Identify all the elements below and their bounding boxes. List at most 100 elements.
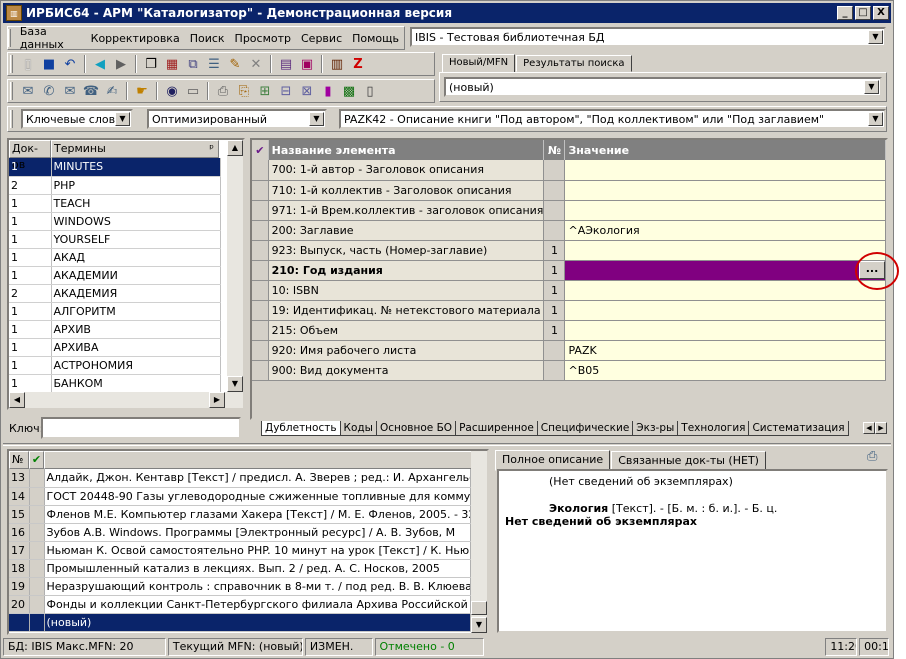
mail-icon[interactable]: ✉ <box>60 81 80 101</box>
message-icon[interactable]: ✆ <box>39 81 59 101</box>
field-value[interactable] <box>564 300 886 321</box>
print-list-icon[interactable]: ⎘ <box>234 81 254 101</box>
detail-tab[interactable]: Систематизация <box>748 421 849 436</box>
mfn-select[interactable]: (новый) ▼ <box>444 77 882 97</box>
tab-new-mfn[interactable]: Новый/MFN <box>442 54 516 73</box>
field-value[interactable]: ^AЭкология <box>564 220 886 241</box>
scroll-up-icon[interactable]: ▲ <box>227 140 243 156</box>
comment-icon[interactable]: ✉ <box>18 81 38 101</box>
term-row[interactable]: 1 АРХИВ <box>9 320 221 339</box>
field-row[interactable]: 700: 1-й автор - Заголовок описания <box>252 160 886 181</box>
record-row[interactable]: 20 Фонды и коллекции Санкт-Петербургского… <box>9 595 471 614</box>
record-row[interactable]: 14 ГОСТ 20448-90 Газы углеводородные сжиж… <box>9 487 471 506</box>
record-checkbox[interactable] <box>29 613 45 632</box>
term-row[interactable]: 2 АКАДЕМИЯ <box>9 284 221 303</box>
grid-icon[interactable]: ▦ <box>162 54 182 74</box>
chat-icon[interactable]: ☎ <box>81 81 101 101</box>
detail-tab[interactable]: Технология <box>677 421 750 436</box>
detail-tab[interactable]: Специфические <box>536 421 634 436</box>
detail-tab[interactable]: Основное БО <box>375 421 457 436</box>
tab-full-description[interactable]: Полное описание <box>495 450 611 471</box>
field-row[interactable]: 923: Выпуск, часть (Номер-заглавие) 1 <box>252 240 886 261</box>
tab-linked-docs[interactable]: Связанные док-ты (НЕТ) <box>611 451 766 470</box>
chevron-down-icon[interactable]: ▼ <box>864 80 879 94</box>
field-row[interactable]: 200: Заглавие ^AЭкология <box>252 220 886 241</box>
document-icon[interactable]: ▯ <box>360 81 380 101</box>
term-row[interactable]: 1 АКАД <box>9 248 221 267</box>
chevron-down-icon[interactable]: ▼ <box>309 112 324 126</box>
close-button[interactable]: X <box>873 6 889 20</box>
col-docs-header[interactable]: Док-ов <box>9 140 51 171</box>
field-value[interactable] <box>564 240 886 261</box>
term-row[interactable]: 2 PHP <box>9 176 221 195</box>
row-marker[interactable] <box>252 220 269 241</box>
mode-select[interactable]: Оптимизированный ▼ <box>147 109 327 129</box>
row-marker[interactable] <box>252 320 269 341</box>
menu-service[interactable]: Сервис <box>296 32 347 45</box>
check-icon[interactable]: ✔ <box>252 140 269 160</box>
record-checkbox[interactable] <box>29 469 45 488</box>
worksheet-select[interactable]: PAZK42 - Описание книги "Под автором", "… <box>339 109 886 129</box>
pin-icon[interactable]: ᵖ <box>209 141 214 157</box>
row-marker[interactable] <box>252 180 269 201</box>
record-checkbox[interactable] <box>29 559 45 578</box>
scroll-right-icon[interactable]: ▶ <box>209 392 225 408</box>
menu-help[interactable]: Помощь <box>347 32 404 45</box>
menu-search[interactable]: Поиск <box>185 32 230 45</box>
row-marker[interactable] <box>252 160 269 181</box>
field-row[interactable]: 215: Объем 1 <box>252 320 886 341</box>
terms-scrollbar[interactable]: ▲ ▼ <box>227 140 243 392</box>
record-row[interactable]: 18 Промышленный катализ в лекциях. Вып. 2… <box>9 559 471 578</box>
check-icon[interactable]: ✔ <box>29 451 44 469</box>
detail-tab[interactable]: Расширенное <box>455 421 538 436</box>
row-marker[interactable] <box>252 280 269 301</box>
row-marker[interactable] <box>252 360 269 381</box>
record-row[interactable]: 19 Неразрушающий контроль : справочник в … <box>9 577 471 596</box>
row-marker[interactable] <box>252 340 269 361</box>
field-row[interactable]: 10: ISBN 1 <box>252 280 886 301</box>
field-value[interactable] <box>564 200 886 221</box>
menu-view[interactable]: Просмотр <box>230 32 296 45</box>
excel-icon[interactable]: ▩ <box>339 81 359 101</box>
forms-icon[interactable]: ⊞ <box>255 81 275 101</box>
term-row[interactable]: 1 MINUTES <box>9 158 221 177</box>
record-row[interactable]: 13 Алдайк, Джон. Кентавр [Текст] / предис… <box>9 469 471 488</box>
detail-tab[interactable]: Коды <box>339 421 377 436</box>
print-icon[interactable]: ⎙ <box>213 81 233 101</box>
field-value[interactable] <box>564 260 886 281</box>
row-marker[interactable] <box>252 260 269 281</box>
chevron-down-icon[interactable]: ▼ <box>868 112 883 126</box>
tab-scroll-left-icon[interactable]: ◀ <box>863 422 875 434</box>
term-row[interactable]: 1 АРХИВА <box>9 338 221 357</box>
term-row[interactable]: 1 TEACH <box>9 194 221 213</box>
save-icon[interactable]: ■ <box>39 54 59 74</box>
record-checkbox[interactable] <box>29 523 45 542</box>
key-input[interactable] <box>41 417 241 439</box>
record-checkbox[interactable] <box>29 487 45 506</box>
minimize-button[interactable]: _ <box>837 6 853 20</box>
documents-icon[interactable]: ⊠ <box>297 81 317 101</box>
report-icon[interactable]: ⊟ <box>276 81 296 101</box>
field-row[interactable]: 210: Год издания 1 <box>252 260 886 281</box>
field-row[interactable]: 900: Вид документа ^B05 <box>252 360 886 381</box>
menu-edit[interactable]: Корректировка <box>86 32 185 45</box>
record-checkbox[interactable] <box>29 595 45 614</box>
z3950-icon[interactable]: Z <box>348 54 368 74</box>
record-checkbox[interactable] <box>29 505 45 524</box>
chevron-down-icon[interactable]: ▼ <box>868 30 883 44</box>
list-icon[interactable]: ☰ <box>204 54 224 74</box>
database-select[interactable]: IBIS - Тестовая библиотечная БД ▼ <box>410 27 886 47</box>
record-row[interactable]: (новый) <box>9 613 471 632</box>
splitter[interactable] <box>3 443 891 446</box>
chevron-down-icon[interactable]: ▼ <box>115 112 130 126</box>
field-value[interactable] <box>564 180 886 201</box>
term-row[interactable]: 1 АСТРОНОМИЯ <box>9 356 221 375</box>
menu-database[interactable]: База данных <box>15 25 86 51</box>
forward-icon[interactable]: ▶ <box>111 54 131 74</box>
hand-icon[interactable]: ☛ <box>132 81 152 101</box>
row-marker[interactable] <box>252 200 269 221</box>
term-row[interactable]: 1 БАНКОМ <box>9 374 221 393</box>
tab-search-results[interactable]: Результаты поиска <box>516 55 632 72</box>
print-preview-icon[interactable]: ⎙ <box>867 449 877 464</box>
col-terms-header[interactable]: Термины ᵖ <box>51 140 219 158</box>
